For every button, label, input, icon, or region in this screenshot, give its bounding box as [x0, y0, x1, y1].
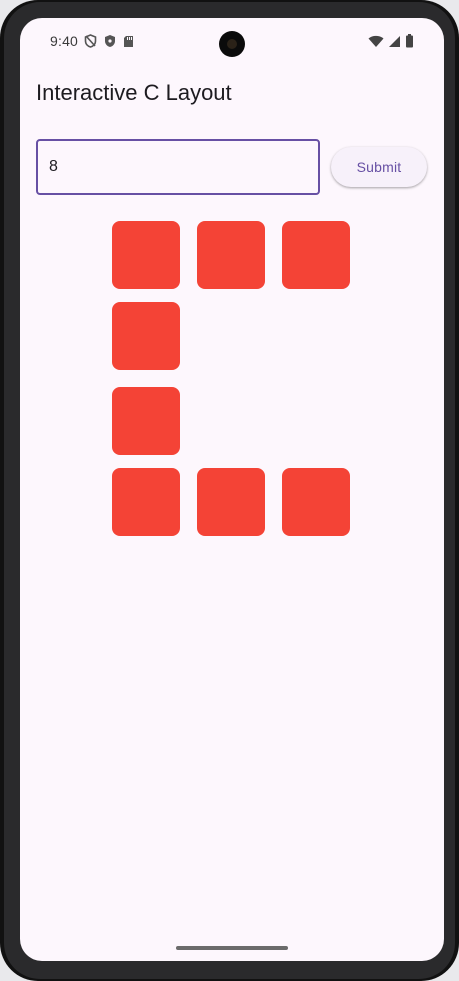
grid-tile — [112, 387, 180, 455]
device-frame: 9:40 Interactive C Layout 8 Submit — [0, 0, 459, 981]
page-title: Interactive C Layout — [36, 80, 232, 105]
cellular-signal-icon — [388, 35, 401, 53]
submit-button[interactable]: Submit — [331, 147, 427, 187]
shield-check-icon — [104, 34, 116, 53]
wifi-icon — [368, 35, 384, 53]
grid-tile — [112, 468, 180, 536]
grid-tile — [197, 468, 265, 536]
grid-tile — [282, 221, 350, 289]
status-icons-right — [368, 34, 414, 53]
grid-tile — [112, 302, 180, 370]
battery-icon — [405, 34, 414, 53]
grid-tile — [197, 221, 265, 289]
screen: 9:40 Interactive C Layout 8 Submit — [20, 18, 444, 961]
status-icons-left — [84, 34, 134, 53]
home-indicator[interactable] — [176, 946, 288, 950]
number-input-field[interactable] — [36, 139, 320, 195]
shield-off-icon — [84, 34, 97, 53]
status-bar: 9:40 — [20, 18, 444, 64]
status-time: 9:40 — [50, 33, 79, 49]
front-camera — [219, 31, 245, 57]
grid-tile — [112, 221, 180, 289]
grid-tile — [282, 468, 350, 536]
number-input[interactable] — [49, 141, 309, 193]
sd-card-icon — [123, 35, 134, 53]
